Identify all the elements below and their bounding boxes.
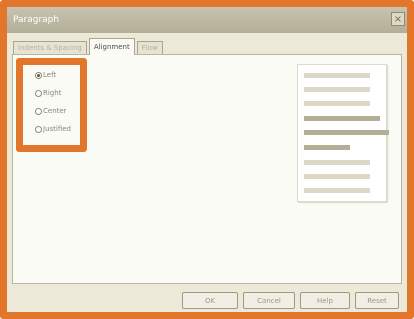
- tab-alignment[interactable]: Alignment: [88, 38, 135, 55]
- preview-sample-line: [304, 130, 389, 135]
- help-button[interactable]: Help: [300, 292, 350, 309]
- radio-left[interactable]: Left: [35, 69, 56, 81]
- preview-line: [304, 174, 370, 179]
- radio-label: Right: [43, 89, 62, 97]
- alignment-preview: [297, 64, 389, 202]
- radio-center[interactable]: Center: [35, 105, 67, 117]
- ok-button[interactable]: OK: [182, 292, 238, 309]
- cancel-button[interactable]: Cancel: [243, 292, 295, 309]
- preview-line: [304, 188, 370, 193]
- radio-button[interactable]: [35, 125, 42, 133]
- radio-label: Center: [43, 107, 67, 115]
- radio-right[interactable]: Right: [35, 87, 61, 99]
- preview-line: [304, 73, 370, 78]
- radio-button[interactable]: [35, 71, 42, 79]
- tab-indents-spacing[interactable]: Indents & Spacing: [13, 41, 87, 55]
- preview-line: [304, 160, 370, 165]
- preview-line: [304, 101, 370, 106]
- close-button[interactable]: ×: [391, 12, 405, 26]
- alignment-options-group: Left Right Center Justified: [16, 58, 87, 152]
- preview-line: [304, 87, 370, 92]
- radio-label: Justified: [43, 125, 71, 133]
- radio-button[interactable]: [35, 89, 42, 97]
- dialog-title: Paragraph: [13, 15, 60, 25]
- title-bar: Paragraph ×: [7, 7, 407, 33]
- close-icon: ×: [393, 14, 403, 25]
- tab-strip: Indents & Spacing Alignment Flow: [13, 38, 165, 55]
- radio-justified[interactable]: Justified: [35, 123, 71, 135]
- reset-button[interactable]: Reset: [355, 292, 399, 309]
- preview-sample-line: [304, 145, 350, 150]
- radio-button[interactable]: [35, 107, 42, 115]
- preview-sample-line: [304, 116, 380, 121]
- radio-label: Left: [43, 71, 57, 79]
- tab-flow[interactable]: Flow: [136, 41, 163, 55]
